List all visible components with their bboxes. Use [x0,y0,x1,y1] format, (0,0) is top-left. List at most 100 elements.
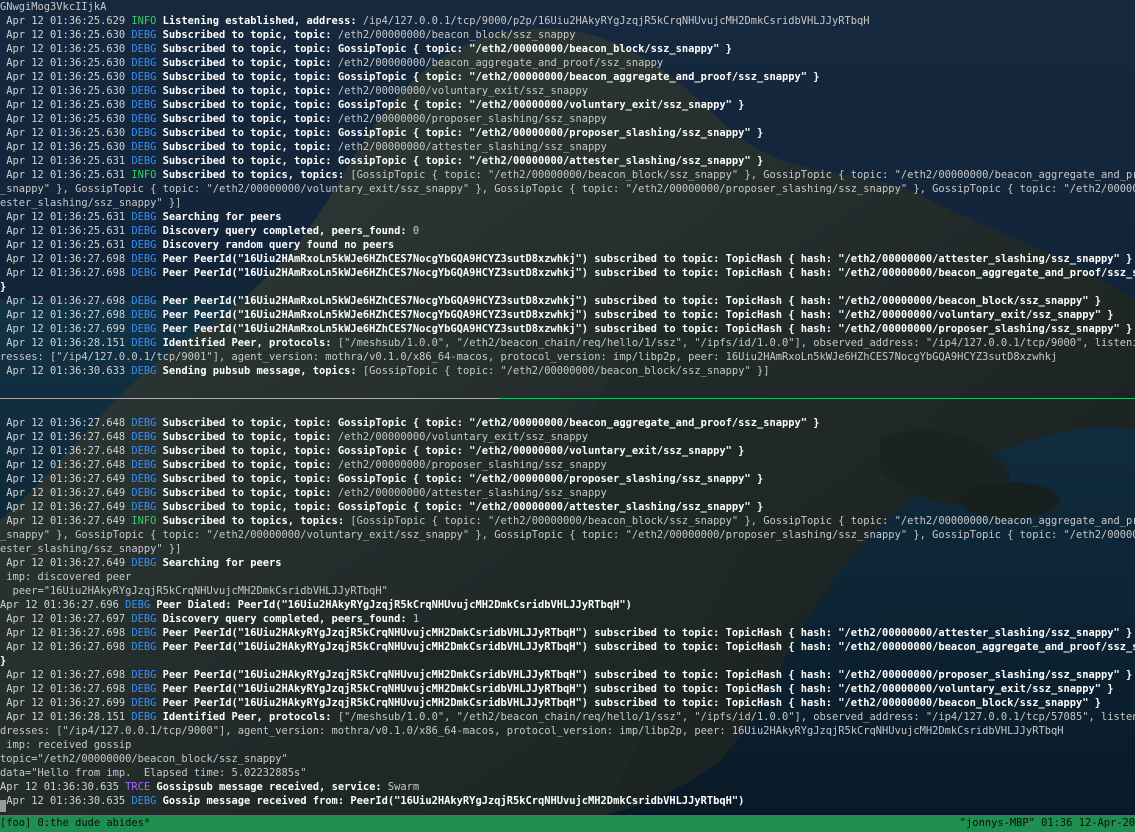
log-level: INFO [131,169,163,181]
log-line: Apr 12 01:36:27.698 DEBG Peer PeerId("16… [0,308,1135,322]
pane-divider[interactable] [0,398,1135,399]
log-level: DEBG [131,225,163,237]
log-message: Subscribed to topic, topic: [162,57,332,69]
log-level: DEBG [131,487,163,499]
log-message: Peer Dialed: PeerId("16Uiu2HAkyRYgJzqjR5… [156,599,632,611]
log-timestamp: Apr 12 01:36:25.631 [0,225,132,237]
log-line: Apr 12 01:36:25.629 INFO Listening estab… [0,14,1135,28]
log-timestamp: Apr 12 01:36:27.696 [0,599,126,611]
log-timestamp: Apr 12 01:36:27.649 [0,473,132,485]
log-level: DEBG [131,43,163,55]
log-level: DEBG [131,711,163,723]
log-line: Apr 12 01:36:28.151 DEBG Identified Peer… [0,336,1135,350]
log-timestamp: Apr 12 01:36:25.630 [0,71,132,83]
log-line: topic="/eth2/00000000/beacon_block/ssz_s… [0,752,1135,766]
log-timestamp: Apr 12 01:36:27.698 [0,309,132,321]
log-line: Apr 12 01:36:27.648 DEBG Subscribed to t… [0,458,1135,472]
terminal-pane-bottom[interactable]: Apr 12 01:36:27.648 DEBG Subscribed to t… [0,402,1135,812]
log-timestamp: Apr 12 01:36:28.151 [0,711,132,723]
log-detail: [GossipTopic { topic: "/eth2/00000000/be… [356,365,770,377]
log-message: Subscribed to topic, topic: GossipTopic … [162,155,764,167]
log-line: dresses: ["/ip4/127.0.0.1/tcp/9000"], ag… [0,724,1135,738]
log-level: DEBG [131,127,163,139]
log-message: Subscribed to topics, topics: [162,169,345,181]
log-line: Apr 12 01:36:27.648 DEBG Subscribed to t… [0,416,1135,430]
log-timestamp: Apr 12 01:36:27.649 [0,487,132,499]
log-line: Apr 12 01:36:27.649 DEBG Subscribed to t… [0,486,1135,500]
status-date: 12-Apr-20 [1078,817,1135,829]
log-level: DEBG [131,155,163,167]
log-level: DEBG [131,141,163,153]
log-line: Apr 12 01:36:27.698 DEBG Peer PeerId("16… [0,252,1135,266]
log-level: DEBG [131,641,163,653]
log-message: Subscribed to topic, topic: [162,29,332,41]
log-timestamp: Apr 12 01:36:25.630 [0,85,132,97]
log-message: Identified Peer, protocols: [162,711,332,723]
log-level: TRCE [125,781,157,793]
log-level: DEBG [131,627,163,639]
log-message: Searching for peers [162,211,282,223]
log-level: DEBG [131,295,163,307]
log-continuation: ester_slashing/ssz_snappy" }] [0,543,182,555]
log-timestamp: Apr 12 01:36:28.151 [0,337,132,349]
log-detail: /ip4/127.0.0.1/tcp/9000/p2p/16Uiu2HAkyRY… [356,15,870,27]
status-left: [foo] 0:the dude abides* [0,815,150,832]
log-message: Sending pubsub message, topics: [162,365,357,377]
log-level: DEBG [131,337,163,349]
log-level: DEBG [131,239,163,251]
log-message: Subscribed to topic, topic: GossipTopic … [162,417,820,429]
log-line: resses: ["/ip4/127.0.0.1/tcp/9001"], age… [0,350,1135,364]
log-level: DEBG [131,267,163,279]
log-timestamp: Apr 12 01:36:25.630 [0,141,132,153]
log-continuation: imp: discovered peer [0,571,132,583]
log-level: DEBG [131,459,163,471]
log-message: Peer PeerId("16Uiu2HAmRxoLn5kWJe6HZhCES7… [162,323,1133,335]
log-timestamp: Apr 12 01:36:27.649 [0,557,132,569]
log-level: DEBG [131,501,163,513]
log-message: Subscribed to topic, topic: [162,487,332,499]
log-line: Apr 12 01:36:25.631 DEBG Subscribed to t… [0,154,1135,168]
log-line: Apr 12 01:36:25.631 INFO Subscribed to t… [0,168,1135,182]
log-level: DEBG [131,253,163,265]
log-message: Gossipsub message received, service: [156,781,382,793]
log-level: DEBG [131,431,163,443]
log-line: Apr 12 01:36:27.649 DEBG Searching for p… [0,556,1135,570]
log-level: DEBG [131,795,163,807]
log-line: Apr 12 01:36:25.631 DEBG Discovery rando… [0,238,1135,252]
log-detail: /eth2/00000000/proposer_slashing/ssz_sna… [331,113,607,125]
log-line: Apr 12 01:36:27.697 DEBG Discovery query… [0,612,1135,626]
log-detail: 1 [406,613,420,625]
log-level: DEBG [131,57,163,69]
log-message: Discovery random query found no peers [162,239,395,251]
log-timestamp: Apr 12 01:36:27.648 [0,445,132,457]
log-message: Subscribed to topic, topic: GossipTopic … [162,71,820,83]
log-message: Peer PeerId("16Uiu2HAmRxoLn5kWJe6HZhCES7… [162,309,1114,321]
log-message: Subscribed to topic, topic: [162,141,332,153]
log-level: DEBG [131,683,163,695]
log-message: Searching for peers [162,557,282,569]
log-line: Apr 12 01:36:25.630 DEBG Subscribed to t… [0,70,1135,84]
log-detail: /eth2/00000000/voluntary_exit/ssz_snappy [331,85,589,97]
log-timestamp: Apr 12 01:36:25.629 [0,15,132,27]
log-detail: /eth2/00000000/proposer_slashing/ssz_sna… [331,459,607,471]
log-message: Subscribed to topics, topics: [162,515,345,527]
log-line: Apr 12 01:36:28.151 DEBG Identified Peer… [0,710,1135,724]
log-timestamp: Apr 12 01:36:25.631 [0,155,132,167]
log-line: Apr 12 01:36:27.648 DEBG Subscribed to t… [0,430,1135,444]
log-message: Subscribed to topic, topic: GossipTopic … [162,99,745,111]
log-line: Apr 12 01:36:27.696 DEBG Peer Dialed: Pe… [0,598,1135,612]
terminal-pane-top[interactable]: GNwgiMog3VkcIIjkA Apr 12 01:36:25.629 IN… [0,0,1135,394]
log-timestamp: Apr 12 01:36:27.699 [0,697,132,709]
log-level: DEBG [131,113,163,125]
log-timestamp: Apr 12 01:36:25.631 [0,169,132,181]
log-line: ester_slashing/ssz_snappy" }] [0,196,1135,210]
log-timestamp: Apr 12 01:36:27.649 [0,501,132,513]
log-continuation: } [0,655,7,667]
log-detail: Swarm [381,781,420,793]
log-level: DEBG [125,599,157,611]
log-message: Discovery query completed, peers_found: [162,613,407,625]
window-tab-active[interactable]: 0:the dude abides* [38,817,151,829]
log-line: imp: discovered peer [0,570,1135,584]
log-timestamp: Apr 12 01:36:25.630 [0,29,132,41]
